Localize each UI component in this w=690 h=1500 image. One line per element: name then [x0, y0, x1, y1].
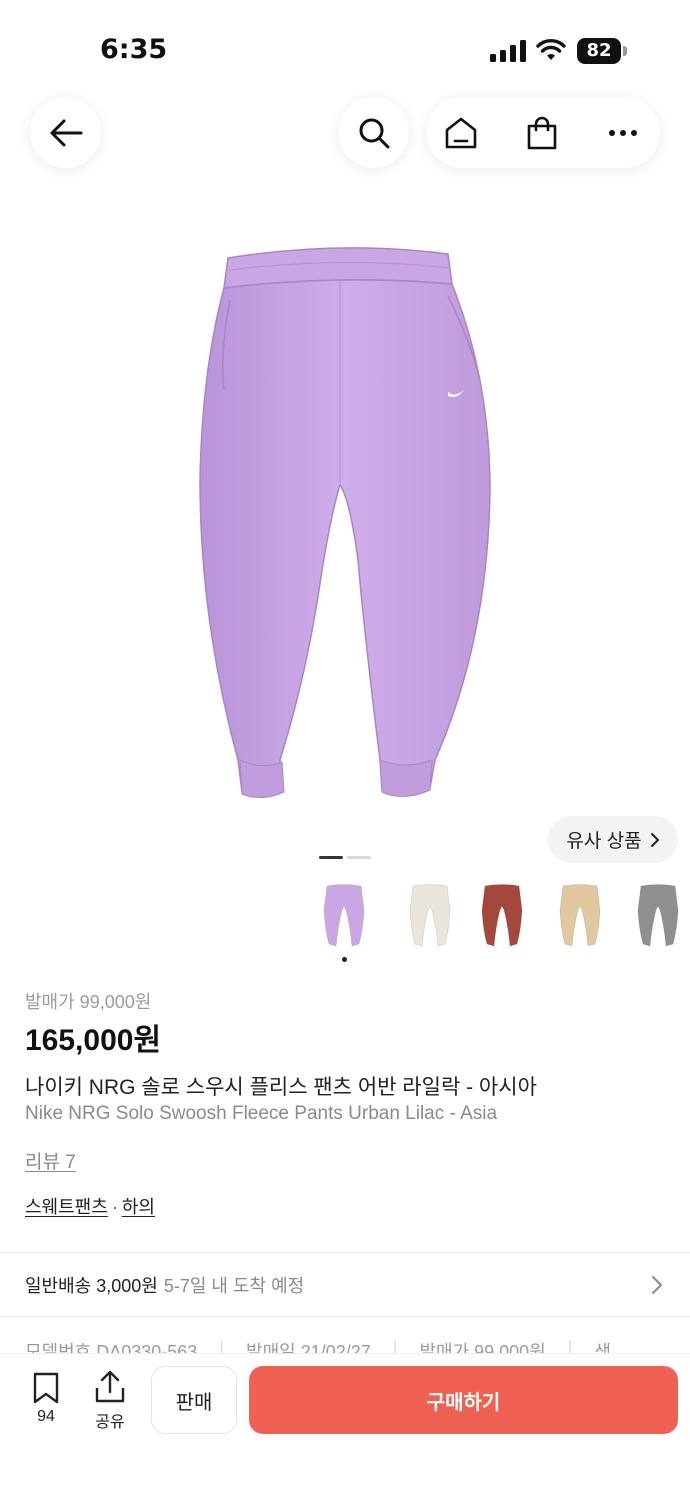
battery-tip [623, 46, 627, 56]
shipping-eta: 5-7일 내 도착 예정 [163, 1275, 305, 1296]
selected-thumb-dot [342, 957, 347, 962]
search-icon [359, 118, 389, 148]
bag-button[interactable] [523, 114, 561, 152]
status-time: 6:35 [100, 34, 168, 65]
battery-indicator: 82 [577, 38, 627, 64]
sell-button[interactable]: 판매 [151, 1366, 237, 1434]
chevron-right-icon [650, 832, 659, 847]
price: 165,000원 [25, 1024, 162, 1057]
shipping-row[interactable]: 일반배송 3,000원 5-7일 내 도착 예정 [0, 1253, 690, 1316]
shopping-bag-icon [527, 116, 557, 150]
search-button[interactable] [338, 97, 409, 168]
home-icon [445, 117, 477, 149]
similar-products-button[interactable]: 유사 상품 [548, 816, 678, 863]
bookmark-count: 94 [37, 1408, 55, 1425]
product-title-ko: 나이키 NRG 솔로 스우시 플리스 팬츠 어반 라일락 - 아시아 [25, 1076, 537, 1099]
color-option-beige[interactable] [555, 880, 605, 950]
color-option-red[interactable] [477, 880, 527, 950]
category-sweatpants-link[interactable]: 스웨트팬츠 [25, 1197, 108, 1217]
pants-thumbnail-icon [559, 884, 601, 947]
chevron-right-icon [652, 1276, 662, 1294]
home-button[interactable] [442, 114, 480, 152]
signal-icon [490, 40, 526, 62]
category-separator: · [111, 1197, 118, 1217]
product-image[interactable] [190, 240, 500, 810]
pants-thumbnail-icon [409, 884, 451, 947]
share-icon [95, 1370, 125, 1403]
battery-level: 82 [577, 38, 621, 64]
share-label: 공유 [95, 1414, 125, 1431]
pants-thumbnail-icon [637, 884, 679, 947]
bottom-action-bar: 94 공유 판매 구매하기 [0, 1353, 690, 1500]
category-row: 스웨트팬츠 · 하의 [25, 1193, 155, 1219]
buy-button[interactable]: 구매하기 [249, 1366, 678, 1434]
color-option-lilac[interactable] [319, 880, 369, 950]
bookmark-button[interactable]: 94 [22, 1372, 70, 1436]
pants-thumbnail-icon [481, 884, 523, 947]
arrow-left-icon [50, 119, 82, 146]
wifi-icon [536, 39, 566, 60]
status-bar: 6:35 82 [0, 0, 690, 96]
category-bottoms-link[interactable]: 하의 [122, 1197, 155, 1217]
similar-products-label: 유사 상품 [566, 831, 642, 852]
shipping-main: 일반배송 3,000원 [25, 1275, 158, 1296]
gallery-indicator-inactive [347, 856, 371, 859]
bookmark-icon [33, 1372, 59, 1404]
nav-actions [426, 97, 660, 168]
product-title-en: Nike NRG Solo Swoosh Fleece Pants Urban … [25, 1103, 498, 1124]
more-horizontal-icon [609, 130, 637, 136]
gallery-indicator-active [319, 856, 343, 859]
pants-thumbnail-icon [323, 884, 365, 947]
color-option-ivory[interactable] [405, 880, 455, 950]
share-button[interactable]: 공유 [86, 1370, 134, 1436]
divider [0, 1316, 690, 1317]
color-option-grey[interactable] [633, 880, 683, 950]
review-link[interactable]: 리뷰 7 [25, 1147, 76, 1174]
more-button[interactable] [604, 114, 642, 152]
back-button[interactable] [30, 97, 101, 168]
release-price: 발매가 99,000원 [25, 992, 152, 1012]
